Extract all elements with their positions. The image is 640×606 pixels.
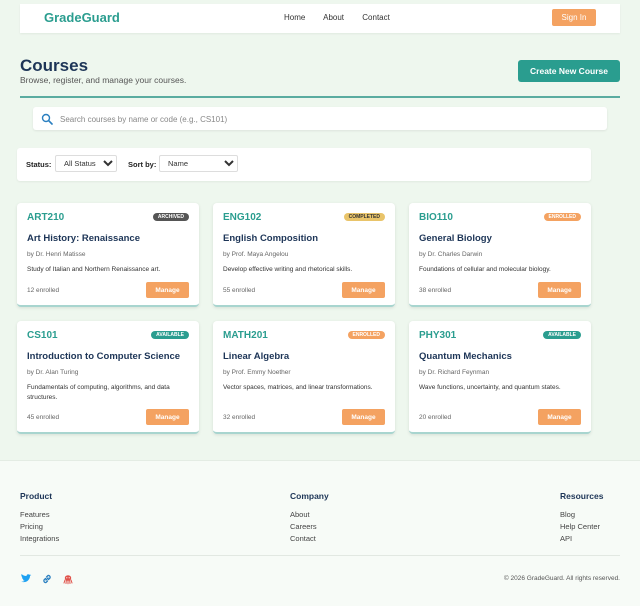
course-code: CS101	[27, 330, 58, 341]
course-instructor: by Dr. Alan Turing	[27, 369, 79, 376]
course-instructor: by Dr. Richard Feynman	[419, 369, 490, 376]
status-filter-label: Status:	[26, 160, 52, 169]
footer-link-api[interactable]: API	[560, 533, 603, 545]
manage-button[interactable]: Manage	[342, 282, 385, 298]
course-code: BIO110	[419, 212, 453, 223]
course-title: Linear Algebra	[223, 351, 290, 362]
manage-button[interactable]: Manage	[146, 282, 189, 298]
sign-in-button[interactable]: Sign In	[552, 9, 596, 26]
header-divider	[20, 96, 620, 98]
course-instructor: by Dr. Henri Matisse	[27, 251, 86, 258]
sort-select[interactable]: Name	[159, 155, 238, 172]
course-card: CS101 AVAILABLE Introduction to Computer…	[17, 321, 199, 434]
footer-heading: Company	[290, 491, 329, 501]
course-code: ENG102	[223, 212, 262, 223]
footer-divider	[20, 555, 620, 556]
manage-button[interactable]: Manage	[538, 282, 581, 298]
status-badge: ENROLLED	[543, 213, 581, 221]
footer-heading: Product	[20, 491, 53, 501]
course-description: Study of Italian and Northern Renaissanc…	[27, 266, 161, 273]
status-badge: AVAILABLE	[151, 331, 189, 339]
link-icon[interactable]	[41, 573, 53, 585]
copyright-text: © 2026 GradeGuard. All rights reserved.	[503, 575, 620, 582]
course-title: Art History: Renaissance	[27, 233, 140, 244]
course-description: Vector spaces, matrices, and linear tran…	[223, 384, 373, 391]
status-badge: AVAILABLE	[543, 331, 581, 339]
footer-link-about[interactable]: About	[290, 509, 329, 521]
enrolled-count: 12 enrolled	[27, 287, 60, 294]
enrolled-count: 55 enrolled	[223, 287, 256, 294]
twitter-bird-icon[interactable]	[20, 573, 32, 585]
course-card: ENG102 COMPLETED English Composition by …	[213, 203, 395, 307]
course-card: PHY301 AVAILABLE Quantum Mechanics by Dr…	[409, 321, 591, 434]
footer-column-company: Company About Careers Contact	[290, 491, 329, 545]
nav-links: Home About Contact	[284, 13, 406, 22]
search-bar	[33, 107, 607, 130]
course-code: ART210	[27, 212, 65, 223]
course-title: Quantum Mechanics	[419, 351, 512, 362]
manage-button[interactable]: Manage	[146, 409, 189, 425]
search-input[interactable]	[58, 111, 582, 128]
create-course-button[interactable]: Create New Course	[518, 60, 620, 82]
footer: Product Features Pricing Integrations Co…	[0, 460, 640, 606]
course-description: Fundamentals of computing, algorithms, a…	[27, 384, 170, 401]
octocat-icon[interactable]	[62, 573, 74, 585]
filter-bar: Status: All Statuses Sort by: Name	[17, 148, 591, 181]
nav-link-about[interactable]: About	[323, 13, 344, 22]
course-card: MATH201 ENROLLED Linear Algebra by Prof.…	[213, 321, 395, 434]
enrolled-count: 45 enrolled	[27, 414, 60, 421]
footer-link-contact[interactable]: Contact	[290, 533, 329, 545]
footer-column-resources: Resources Blog Help Center API	[560, 491, 603, 545]
footer-link-help-center[interactable]: Help Center	[560, 521, 603, 533]
footer-link-careers[interactable]: Careers	[290, 521, 329, 533]
course-instructor: by Prof. Maya Angelou	[223, 251, 289, 258]
nav-link-home[interactable]: Home	[284, 13, 305, 22]
course-title: English Composition	[223, 233, 318, 244]
course-description: Foundations of cellular and molecular bi…	[419, 266, 551, 273]
course-description: Develop effective writing and rhetorical…	[223, 266, 353, 273]
course-code: MATH201	[223, 330, 268, 341]
footer-column-product: Product Features Pricing Integrations	[20, 491, 59, 545]
enrolled-count: 20 enrolled	[419, 414, 452, 421]
footer-heading: Resources	[560, 491, 604, 501]
footer-link-integrations[interactable]: Integrations	[20, 533, 59, 545]
course-description: Wave functions, uncertainty, and quantum…	[419, 384, 561, 391]
enrolled-count: 32 enrolled	[223, 414, 256, 421]
status-filter-select[interactable]: All Statuses	[55, 155, 117, 172]
course-code: PHY301	[419, 330, 457, 341]
sort-label: Sort by:	[128, 160, 157, 169]
course-card: BIO110 ENROLLED General Biology by Dr. C…	[409, 203, 591, 307]
footer-link-pricing[interactable]: Pricing	[20, 521, 59, 533]
footer-link-blog[interactable]: Blog	[560, 509, 603, 521]
status-badge: ARCHIVED	[152, 213, 189, 221]
manage-button[interactable]: Manage	[538, 409, 581, 425]
brand-logo[interactable]: GradeGuard	[44, 10, 120, 25]
page-subtitle: Browse, register, and manage your course…	[20, 75, 187, 85]
course-instructor: by Dr. Charles Darwin	[419, 251, 483, 258]
page-title: Courses	[20, 56, 89, 75]
status-badge: COMPLETED	[343, 213, 385, 221]
nav-link-contact[interactable]: Contact	[362, 13, 390, 22]
course-instructor: by Prof. Emmy Noether	[223, 369, 291, 376]
manage-button[interactable]: Manage	[342, 409, 385, 425]
footer-link-features[interactable]: Features	[20, 509, 59, 521]
status-badge: ENROLLED	[347, 331, 385, 339]
top-nav: GradeGuard Home About Contact Sign In	[20, 4, 620, 33]
course-title: General Biology	[419, 233, 492, 244]
course-title: Introduction to Computer Science	[27, 351, 181, 362]
search-icon	[41, 113, 53, 125]
course-card: ART210 ARCHIVED Art History: Renaissance…	[17, 203, 199, 307]
enrolled-count: 38 enrolled	[419, 287, 452, 294]
